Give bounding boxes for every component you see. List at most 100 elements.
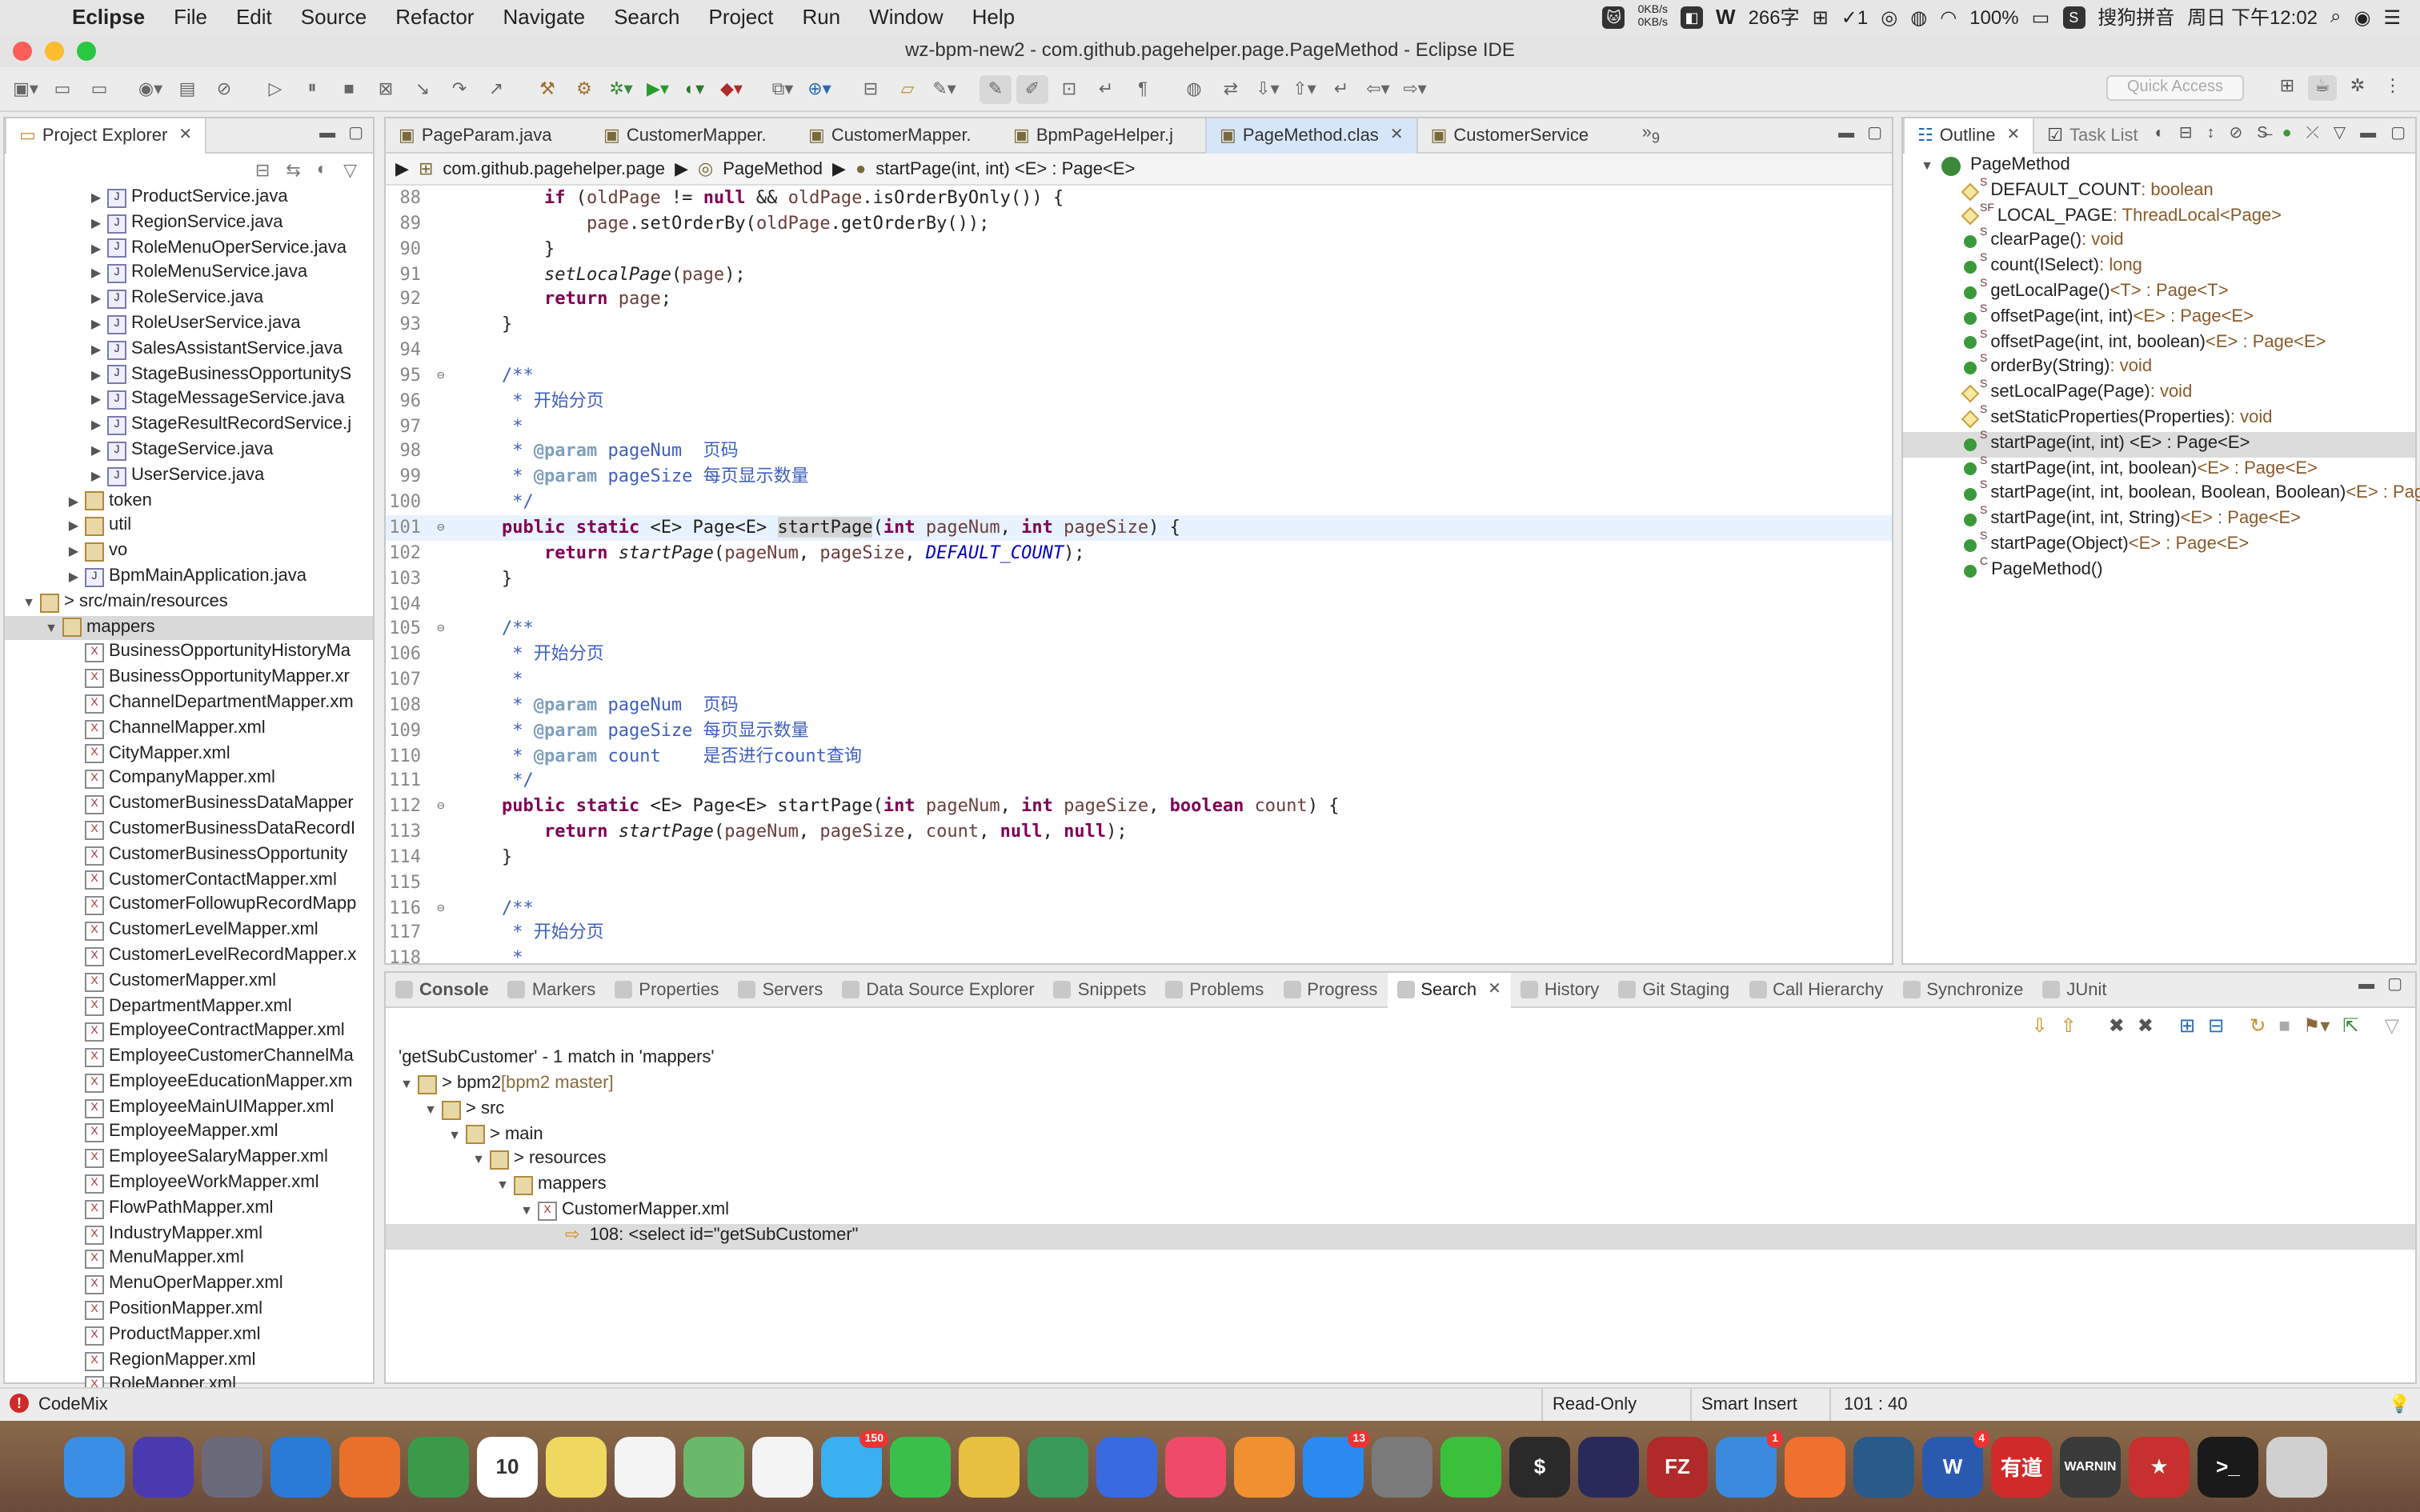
tab-project-explorer[interactable]: ▭ Project Explorer ✕ xyxy=(5,118,207,153)
save-all-icon[interactable]: ▭ xyxy=(83,74,115,103)
outline-item[interactable]: C PageMethod() xyxy=(1903,557,2415,584)
battery-percent[interactable]: 100% xyxy=(1969,6,2018,28)
expand-icon[interactable]: ▶ xyxy=(88,464,104,490)
breadcrumb-menu-icon[interactable]: ▶ xyxy=(395,158,409,179)
expand-icon[interactable]: ▶ xyxy=(88,413,104,438)
tree-item[interactable]: ▶ J StageMessageService.java xyxy=(5,388,373,414)
code-line[interactable]: 107 * xyxy=(386,667,1892,693)
menu-file[interactable]: File xyxy=(159,5,222,29)
expand-icon[interactable]: ▶ xyxy=(88,312,104,338)
more-tabs-indicator[interactable]: »9 xyxy=(1642,124,1660,146)
search-result-row[interactable]: ▼ > src xyxy=(386,1098,2415,1123)
code-line[interactable]: 114 } xyxy=(386,845,1892,870)
user-icon[interactable]: ◉▾ xyxy=(134,74,166,103)
cat-icon[interactable]: 🐱 xyxy=(1602,6,1625,28)
dock-facetime-icon[interactable] xyxy=(890,1436,951,1497)
insert-mode[interactable]: Smart Insert xyxy=(1701,1395,1797,1414)
search-result-row[interactable]: ▼ mappers xyxy=(386,1173,2415,1198)
input-method[interactable]: 搜狗拼音 xyxy=(2097,3,2174,30)
tree-item[interactable]: ▶ token xyxy=(5,489,373,514)
tree-item[interactable]: X ChannelMapper.xml xyxy=(5,716,373,742)
tree-item[interactable]: ▼ > src/main/resources xyxy=(5,590,373,616)
code-line[interactable]: 109 * @param pageSize 每页显示数量 xyxy=(386,718,1892,743)
code-line[interactable]: 110 * @param count 是否进行count查询 xyxy=(386,743,1892,769)
close-icon[interactable]: ✕ xyxy=(1488,981,1501,998)
tools-icon[interactable]: ⚙ xyxy=(568,74,600,103)
editor-tab[interactable]: ▣ BpmPageHelper.j xyxy=(1000,118,1205,153)
code-area[interactable]: 88 if (oldPage != null && oldPage.isOrde… xyxy=(386,186,1892,971)
expand-icon[interactable]: ▼ xyxy=(1919,154,1935,179)
menu-window[interactable]: Window xyxy=(855,5,958,29)
menu-source[interactable]: Source xyxy=(286,5,381,29)
search-result-row[interactable]: ▼ X CustomerMapper.xml xyxy=(386,1198,2415,1224)
expand-icon[interactable]: ▶ xyxy=(88,438,104,464)
tab-git-staging[interactable]: Git Staging xyxy=(1609,972,1739,1007)
code-line[interactable]: 115 xyxy=(386,870,1892,896)
focus-icon[interactable]: ◐ xyxy=(2155,125,2165,142)
hide-nonpublic-icon[interactable]: ● xyxy=(2282,125,2292,142)
hide-local-types-icon[interactable]: ⤫ xyxy=(2306,125,2319,142)
tree-item[interactable]: ▶ J StageBusinessOpportunityS xyxy=(5,362,373,388)
tree-item[interactable]: ▶ J RoleMenuService.java xyxy=(5,262,373,287)
dock-mysql-workbench-icon[interactable] xyxy=(1853,1436,1914,1497)
dock-app-store-icon[interactable]: 13 xyxy=(1303,1430,1370,1497)
tree-item[interactable]: X CompanyMapper.xml xyxy=(5,767,373,793)
code-line[interactable]: 96 * 开始分页 xyxy=(386,389,1892,414)
code-line[interactable]: 112 ⊖ public static <E> Page<E> startPage… xyxy=(386,794,1892,820)
expand-icon[interactable]: ▼ xyxy=(471,1148,487,1174)
tab-data-source-explorer[interactable]: Data Source Explorer xyxy=(832,972,1044,1007)
expand-icon[interactable]: ▶ xyxy=(88,388,104,414)
tab-properties[interactable]: Properties xyxy=(605,972,728,1007)
back-icon[interactable]: ⇦▾ xyxy=(1362,74,1394,103)
clock[interactable]: 周日 下午12:02 xyxy=(2187,3,2318,30)
code-line[interactable]: 116 ⊖ /** xyxy=(386,895,1892,921)
show-whitespace-icon[interactable]: ¶ xyxy=(1127,74,1159,103)
word-icon[interactable]: W xyxy=(1716,5,1736,29)
forward-icon[interactable]: ⇨▾ xyxy=(1399,74,1431,103)
lightbulb-icon[interactable]: 💡 xyxy=(2389,1394,2410,1414)
tree-item[interactable]: X CityMapper.xml xyxy=(5,742,373,767)
tab-synchronize[interactable]: Synchronize xyxy=(1893,972,2033,1007)
dock-terminal-green-icon[interactable]: $ xyxy=(1509,1436,1570,1497)
dock-word-icon[interactable]: W4 xyxy=(1922,1430,1989,1497)
dock-notes-icon[interactable] xyxy=(546,1436,607,1497)
remove-match-icon[interactable]: ✖ xyxy=(2109,1014,2125,1037)
menu-app-name[interactable]: Eclipse xyxy=(58,5,159,29)
web-browser-icon[interactable]: ◍ xyxy=(1178,74,1210,103)
dock-maps-icon[interactable] xyxy=(683,1436,744,1497)
app-status-icon[interactable]: ◧ xyxy=(1681,6,1703,28)
java-perspective-icon[interactable]: ☕ xyxy=(2308,75,2337,101)
battery-icon[interactable]: ▭ xyxy=(2032,6,2050,28)
expand-icon[interactable]: ▶ xyxy=(66,539,82,565)
maximize-icon[interactable]: ▢ xyxy=(2387,976,2402,994)
code-line[interactable]: 95 ⊖ /** xyxy=(386,363,1892,389)
open-perspective-icon[interactable]: ⊞ xyxy=(2273,75,2302,101)
pin-icon[interactable]: ⇱ xyxy=(2342,1014,2358,1037)
dock-qq-icon[interactable]: 1 xyxy=(1716,1430,1783,1497)
expand-icon[interactable]: ▼ xyxy=(423,1098,439,1123)
siri-icon[interactable]: ◉ xyxy=(2354,6,2371,28)
tree-item[interactable]: ▶ J StageResultRecordService.j xyxy=(5,413,373,438)
dock-launchpad-icon[interactable] xyxy=(202,1436,262,1497)
tree-item[interactable]: X MenuMapper.xml xyxy=(5,1247,373,1273)
fold-icon[interactable]: ⊖ xyxy=(437,794,447,820)
expand-icon[interactable]: ▶ xyxy=(66,489,82,514)
code-line[interactable]: 111 */ xyxy=(386,769,1892,794)
previous-annotation-icon[interactable]: ⇧▾ xyxy=(1288,74,1320,103)
dock-system-preferences-icon[interactable] xyxy=(1372,1436,1432,1497)
dock-books-icon[interactable] xyxy=(1234,1436,1295,1497)
code-line[interactable]: 97 * xyxy=(386,414,1892,439)
dock-messages-icon[interactable]: 150 xyxy=(821,1430,888,1497)
dock-numbers-icon[interactable] xyxy=(1028,1436,1088,1497)
new-server-icon[interactable]: ⧉▾ xyxy=(767,74,799,103)
menu-search[interactable]: Search xyxy=(599,5,694,29)
tree-item[interactable]: X EmployeeMainUIMapper.xml xyxy=(5,1095,373,1121)
tree-item[interactable]: X EmployeeContractMapper.xml xyxy=(5,1020,373,1046)
tree-item[interactable]: X DepartmentMapper.xml xyxy=(5,994,373,1020)
tree-item[interactable]: X BusinessOpportunityHistoryMa xyxy=(5,641,373,666)
terminate-icon[interactable]: ■ xyxy=(333,74,365,103)
menu-help[interactable]: Help xyxy=(958,5,1030,29)
expand-icon[interactable]: ▶ xyxy=(88,286,104,312)
code-line[interactable]: 113 return startPage(pageNum, pageSize, … xyxy=(386,819,1892,845)
tree-item[interactable]: ▶ util xyxy=(5,514,373,540)
